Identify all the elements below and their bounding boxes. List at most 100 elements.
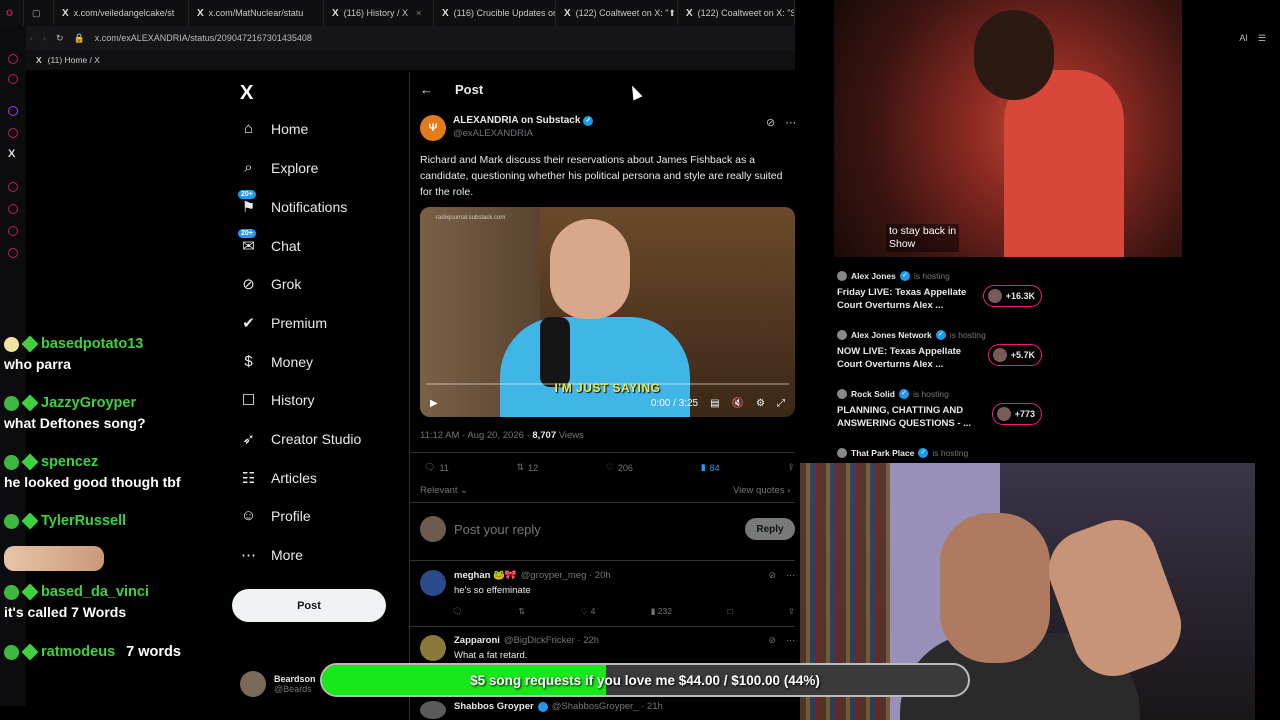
repost-stat[interactable]: ⇅ 12: [517, 462, 539, 473]
more-icon[interactable]: ⋯: [786, 635, 795, 646]
browser-menu-icon[interactable]: O: [0, 0, 24, 26]
post-button[interactable]: Post: [232, 589, 386, 622]
reload-icon[interactable]: ↻: [56, 33, 64, 44]
more-icon[interactable]: ⋯: [785, 116, 796, 129]
settings-icon[interactable]: ⚙: [756, 398, 765, 409]
live-space-item[interactable]: Alex Jones ✓ is hosting Friday LIVE: Texas…: [837, 271, 1052, 312]
repost-icon[interactable]: ⇅: [518, 606, 525, 617]
nav-item-money[interactable]: $ Money: [240, 353, 313, 370]
forward-icon[interactable]: ›: [43, 33, 46, 43]
browser-tab[interactable]: X (122) Coaltweet on X: "⬆: [556, 0, 678, 26]
like-stat[interactable]: ♡ 4: [581, 606, 596, 617]
author-avatar[interactable]: Ψ: [420, 115, 446, 141]
like-stat[interactable]: ♡ 206: [606, 462, 633, 473]
history-icon[interactable]: [8, 204, 18, 214]
avatar[interactable]: [420, 570, 446, 596]
url-text[interactable]: x.com/exALEXANDRIA/status/20904721673014…: [95, 33, 312, 43]
x-logo[interactable]: X: [240, 82, 253, 105]
nav-item-home[interactable]: ⌂ Home: [240, 120, 308, 137]
instagram-icon[interactable]: [8, 74, 18, 84]
share-stat[interactable]: ⇪: [787, 462, 795, 473]
nav-item-articles[interactable]: ☷ Articles: [240, 469, 317, 487]
account-switcher[interactable]: Beardson @Beards: [240, 671, 316, 697]
address-bar[interactable]: ‹ › ↻ 🔒 x.com/exALEXANDRIA/status/209047…: [0, 26, 795, 50]
chat-username[interactable]: spencez: [41, 454, 98, 470]
post-time[interactable]: 11:12 AM · Aug 20, 2026 ·: [420, 430, 532, 441]
nav-item-more[interactable]: ⋯ More: [240, 546, 303, 564]
reply-item[interactable]: Shabbos Groyper ✓ @ShabbosGroyper_ · 21h: [420, 701, 795, 719]
live-space-item[interactable]: Alex Jones Network ✓ is hosting NOW LIVE: …: [837, 330, 1052, 371]
live-space-item[interactable]: Rock Solid ✓ is hosting PLANNING, CHATTING…: [837, 389, 1052, 430]
reply-item[interactable]: Zapparoni @BigDickFricker · 22h What a fa…: [420, 635, 795, 661]
grok-icon[interactable]: ⊘: [766, 116, 775, 129]
nav-item-notifications[interactable]: ⚑ 20+ Notifications: [238, 190, 347, 216]
views-stat[interactable]: ▮ 232: [651, 606, 672, 617]
tab-manager-icon[interactable]: ▢: [24, 0, 54, 26]
post-author[interactable]: Ψ ALEXANDRIA on Substack ✓ @exALEXANDRIA: [420, 115, 594, 141]
reply-author[interactable]: meghan 🐸🎀: [454, 570, 517, 581]
close-icon[interactable]: ×: [416, 8, 421, 18]
chat-username[interactable]: basedpotato13: [41, 336, 143, 352]
twitch-icon[interactable]: [8, 106, 18, 116]
browser-tab[interactable]: Xx.com/MatNuclear/statu: [189, 0, 324, 26]
reply-button[interactable]: Reply: [745, 518, 795, 540]
back-icon[interactable]: ‹: [30, 33, 33, 43]
share-icon[interactable]: ⇪: [788, 606, 795, 617]
nav-item-creator-studio[interactable]: ➶ Creator Studio: [240, 430, 361, 448]
nav-item-profile[interactable]: ☺ Profile: [240, 507, 311, 524]
author-name[interactable]: ALEXANDRIA on Substack: [453, 115, 580, 126]
more-icon[interactable]: ⋯: [786, 570, 795, 581]
reply-input[interactable]: Post your reply: [454, 522, 737, 537]
nav-item-grok[interactable]: ⊘ Grok: [240, 275, 301, 293]
nav-item-premium[interactable]: ✔ Premium: [240, 314, 327, 332]
reply-author[interactable]: Shabbos Groyper: [454, 701, 534, 712]
reply-author[interactable]: Zapparoni: [454, 635, 500, 646]
browser-tab[interactable]: Xx.com/veiledangelcake/st: [54, 0, 189, 26]
clock-icon[interactable]: [8, 182, 18, 192]
bookmark-home[interactable]: (11) Home / X: [48, 55, 100, 65]
listener-count-pill[interactable]: +5.7K: [987, 344, 1042, 366]
grok-icon[interactable]: ⊘: [768, 570, 776, 581]
browser-tab[interactable]: X (116) Crucible Updates on: [434, 0, 556, 26]
back-arrow-icon[interactable]: ←: [420, 82, 433, 97]
messenger-icon[interactable]: [8, 54, 18, 64]
browser-tab[interactable]: X (116) History / X ×: [324, 0, 434, 26]
play-icon[interactable]: ▶: [430, 398, 438, 409]
chat-app-icon[interactable]: [8, 226, 18, 236]
reply-stat[interactable]: 🗨 11: [424, 462, 449, 473]
grok-icon[interactable]: ⊘: [768, 635, 776, 646]
settings-icon[interactable]: [8, 248, 18, 258]
menu-icon[interactable]: ☰: [1258, 33, 1266, 44]
chat-username[interactable]: based_da_vinci: [41, 584, 149, 600]
listener-count-pill[interactable]: +16.3K: [982, 285, 1042, 307]
chat-username[interactable]: TylerRussell: [41, 513, 126, 529]
reply-item[interactable]: meghan 🐸🎀 @groyper_meg · 20h he's so effe…: [420, 570, 795, 596]
browser-tab[interactable]: X (122) Coaltweet on X: "S: [678, 0, 795, 26]
app-icon[interactable]: [8, 128, 18, 138]
avatar[interactable]: [420, 701, 446, 719]
listener-count-pill[interactable]: +773: [991, 403, 1042, 425]
author-handle[interactable]: @exALEXANDRIA: [453, 128, 593, 139]
chat-username[interactable]: ratmodeus: [41, 644, 115, 660]
reply-handle[interactable]: @groyper_meg · 20h: [521, 570, 611, 581]
nav-item-chat[interactable]: ✉ 20+ Chat: [238, 229, 301, 255]
video-player[interactable]: radixjournal.substack.com I'M JUST SAYIN…: [420, 207, 795, 417]
sort-dropdown[interactable]: Relevant ⌄: [420, 485, 468, 496]
bookmark-stat[interactable]: ▮ 84: [701, 462, 720, 473]
reply-handle[interactable]: @BigDickFricker · 22h: [504, 635, 599, 646]
fullscreen-icon[interactable]: ⤢: [777, 398, 785, 409]
bookmark-icon[interactable]: □: [727, 606, 732, 617]
chat-username[interactable]: JazzyGroyper: [41, 395, 136, 411]
x-icon[interactable]: X: [8, 148, 15, 160]
live-space-item[interactable]: That Park Place ✓ is hosting: [837, 448, 1052, 458]
view-quotes-link[interactable]: View quotes ›: [733, 485, 790, 496]
nav-item-explore[interactable]: ⌕ Explore: [240, 159, 318, 176]
captions-icon[interactable]: ▤: [710, 398, 719, 409]
ai-button[interactable]: AI: [1239, 33, 1248, 43]
notification-badge: 20+: [238, 229, 256, 238]
avatar[interactable]: [420, 635, 446, 661]
mute-icon[interactable]: 🔇: [732, 398, 744, 409]
nav-item-history[interactable]: ☐ History: [240, 391, 315, 409]
reply-icon[interactable]: 🗨: [452, 606, 463, 617]
reply-handle[interactable]: @ShabbosGroyper_ · 21h: [552, 701, 663, 712]
